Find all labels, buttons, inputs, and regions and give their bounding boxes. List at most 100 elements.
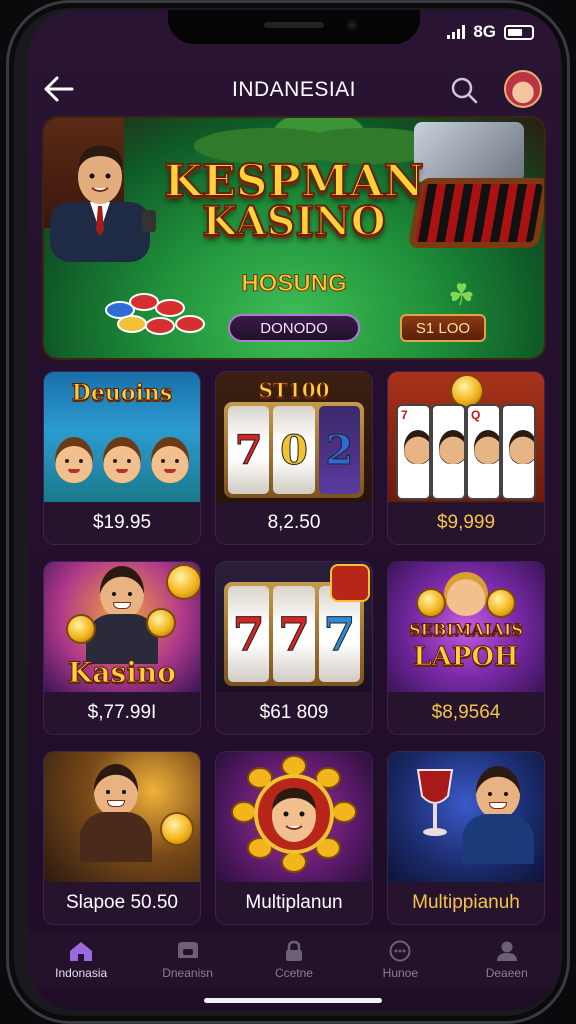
status-bar: 8G xyxy=(447,22,534,42)
clover-icon: ☘ xyxy=(448,279,475,312)
coin-icon xyxy=(148,610,174,636)
game-art-title-line1: SEBIMAIAIS xyxy=(409,620,524,640)
game-card[interactable]: Slapoe 50.50 xyxy=(44,752,200,924)
nav-label: Dneanisn xyxy=(162,966,213,980)
app-header: INDANESIAI xyxy=(28,60,560,118)
game-art-title: Kasino xyxy=(68,656,177,690)
notch xyxy=(168,10,420,44)
character-figure xyxy=(444,572,488,616)
coin-icon xyxy=(68,616,94,642)
card-rank: J xyxy=(436,408,443,422)
nav-label: Deaeen xyxy=(485,966,528,980)
home-icon xyxy=(70,942,93,961)
character-faces xyxy=(50,420,194,500)
playing-card: Q xyxy=(468,406,499,498)
playing-card: 7 xyxy=(398,406,429,498)
coin-icon xyxy=(488,590,514,616)
playing-card: K xyxy=(503,406,534,498)
game-card[interactable]: Multippianuh xyxy=(388,752,544,924)
coin-icon xyxy=(418,590,444,616)
banner-center-button[interactable]: DONODO xyxy=(228,314,360,342)
game-card[interactable]: ST100 7 0 2 8,2.50 xyxy=(216,372,372,544)
coin-wheel-illustration xyxy=(231,755,357,873)
banner-right-button[interactable]: S1 LOO xyxy=(400,314,486,342)
slot-reels: 7 0 2 xyxy=(224,402,364,498)
game-card[interactable]: 7 7 7 $61 809 xyxy=(216,562,372,734)
coin-icon xyxy=(168,566,200,598)
game-thumbnail: ST100 7 0 2 xyxy=(216,372,372,502)
camera-icon xyxy=(346,19,358,31)
coin-icon xyxy=(162,814,192,844)
game-price: $61 809 xyxy=(216,692,372,734)
game-art-title: ST100 xyxy=(258,378,330,403)
network-text: 8G xyxy=(473,22,496,41)
lucky-badge-icon xyxy=(332,566,368,600)
character-figure xyxy=(462,766,534,864)
search-icon[interactable] xyxy=(450,76,478,104)
game-thumbnail xyxy=(388,752,544,882)
playing-card: J xyxy=(433,406,464,498)
game-price: $9,999 xyxy=(388,502,544,544)
badge-icon xyxy=(452,376,482,406)
game-thumbnail: Kasino xyxy=(44,562,200,692)
card-rank: Q xyxy=(471,408,481,422)
page-title: INDANESIAI xyxy=(231,78,357,101)
wallet-icon xyxy=(177,942,198,958)
banner-brand-line2: KASINO xyxy=(201,197,386,246)
game-price: 8,2.50 xyxy=(216,502,372,544)
poker-chips xyxy=(105,293,205,335)
nav-item-chat[interactable]: Hunoe xyxy=(350,940,450,980)
nav-item-lock[interactable]: Ccetne xyxy=(244,940,344,980)
game-card[interactable]: Multiplanun xyxy=(216,752,372,924)
profile-icon xyxy=(496,941,517,961)
card-rank: 7 xyxy=(401,408,408,422)
game-card[interactable]: 7 J Q K $9,999 xyxy=(388,372,544,544)
nav-item-home[interactable]: Indonasia xyxy=(31,940,131,980)
slot-reel: 2 xyxy=(318,406,360,494)
game-thumbnail xyxy=(44,752,200,882)
character-face xyxy=(151,437,189,483)
game-price: Slapoe 50.50 xyxy=(44,882,200,924)
slot-reel: 7 xyxy=(228,406,270,494)
avatar[interactable] xyxy=(504,70,542,108)
nav-item-wallet[interactable]: Dneanisn xyxy=(138,940,238,980)
app-screen: 8G INDANESIAI KESPMAN KASINO HOSUNG ☘ DO… xyxy=(28,10,560,1010)
slot-reel: 0 xyxy=(273,406,315,494)
game-price: Multiplanun xyxy=(216,882,372,924)
nav-item-profile[interactable]: Deaeen xyxy=(457,940,557,980)
game-thumbnail: 7 J Q K xyxy=(388,372,544,502)
game-price: $8,9564 xyxy=(388,692,544,734)
slot-reel: 7 xyxy=(228,586,270,682)
character-figure xyxy=(86,566,158,664)
speaker xyxy=(264,22,324,28)
chat-icon xyxy=(389,940,411,962)
lock-icon xyxy=(285,940,302,961)
wine-glass-icon xyxy=(416,769,454,836)
game-card[interactable]: SEBIMAIAIS LAPOH $8,9564 xyxy=(388,562,544,734)
bottom-nav: Indonasia Dneanisn Ccetne Hunoe Deaeen xyxy=(28,932,560,988)
character-face xyxy=(103,437,141,483)
game-thumbnail: Deuoins xyxy=(44,372,200,502)
game-thumbnail: SEBIMAIAIS LAPOH xyxy=(388,562,544,692)
game-card[interactable]: Kasino $,77.99I xyxy=(44,562,200,734)
game-price: $19.95 xyxy=(44,502,200,544)
nav-label: Hunoe xyxy=(382,966,419,980)
character-figure xyxy=(80,764,152,862)
promo-banner[interactable]: KESPMAN KASINO HOSUNG ☘ DONODO S1 LOO xyxy=(44,118,544,358)
game-thumbnail xyxy=(216,752,372,882)
card-rank: K xyxy=(506,408,515,422)
game-price: $,77.99I xyxy=(44,692,200,734)
slot-reel: 7 xyxy=(273,586,315,682)
game-grid: Deuoins $19.95 ST100 7 0 2 8,2.50 7 J Q … xyxy=(44,372,544,924)
game-price: Multippianuh xyxy=(388,882,544,924)
slot-reel: 7 xyxy=(318,586,360,682)
nav-label: Ccetne xyxy=(274,966,313,980)
signal-icon xyxy=(447,25,466,39)
game-art-title-line2: LAPOH xyxy=(413,642,519,673)
game-thumbnail: 7 7 7 xyxy=(216,562,372,692)
home-indicator xyxy=(204,998,382,1003)
battery-icon xyxy=(504,24,534,40)
game-card[interactable]: Deuoins $19.95 xyxy=(44,372,200,544)
character-face xyxy=(55,437,93,483)
game-art-title: Deuoins xyxy=(71,380,173,407)
